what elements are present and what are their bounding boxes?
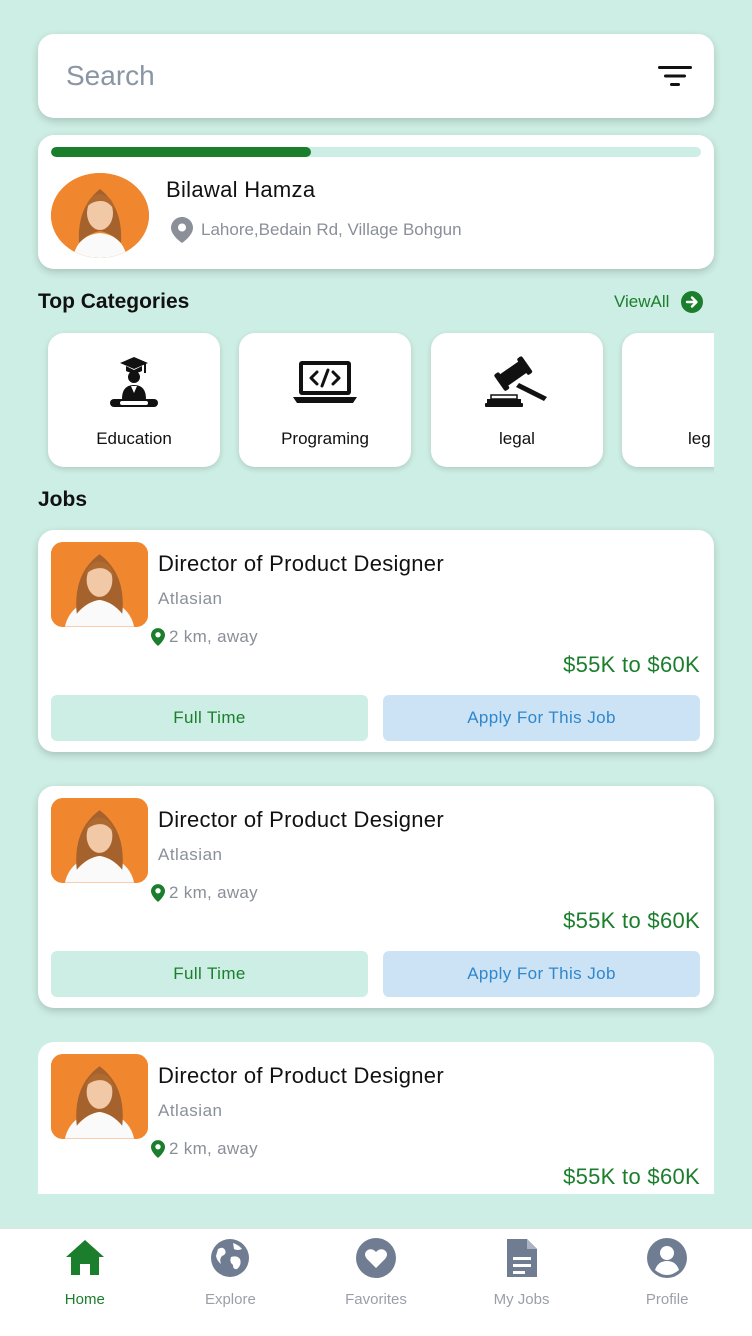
category-label: legal: [499, 429, 535, 448]
job-salary: $55K to $60K: [563, 908, 700, 933]
job-distance: 2 km, away: [151, 883, 258, 903]
section-title-categories: Top Categories: [38, 290, 190, 313]
job-distance-text: 2 km, away: [169, 883, 258, 902]
job-distance: 2 km, away: [151, 1139, 258, 1159]
profile-progress-bar: [51, 147, 701, 157]
job-distance-text: 2 km, away: [169, 627, 258, 646]
nav-item-home[interactable]: Home: [25, 1229, 145, 1336]
job-card[interactable]: Director of Product Designer Atlasian 2 …: [38, 1042, 714, 1194]
nav-item-explore[interactable]: Explore: [170, 1229, 290, 1336]
bottom-nav: Home Explore Favorites My Jobs Profile: [0, 1228, 752, 1336]
search-input[interactable]: [66, 60, 606, 92]
nav-item-profile[interactable]: Profile: [607, 1229, 727, 1336]
apply-button[interactable]: Apply For This Job: [383, 695, 700, 741]
profile-location: Lahore,Bedain Rd, Village Bohgun: [171, 217, 462, 243]
search-bar[interactable]: [38, 34, 714, 118]
nav-label: Profile: [645, 1291, 689, 1308]
profile-card[interactable]: Bilawal Hamza Lahore,Bedain Rd, Village …: [38, 135, 714, 269]
nav-item-favorites[interactable]: Favorites: [316, 1229, 436, 1336]
job-distance-text: 2 km, away: [169, 1139, 258, 1158]
location-pin-icon: [151, 1140, 165, 1158]
job-card[interactable]: Director of Product Designer Atlasian 2 …: [38, 786, 714, 1008]
location-pin-icon: [151, 628, 165, 646]
job-company: Atlasian: [158, 1101, 223, 1120]
section-title-jobs: Jobs: [38, 488, 88, 511]
job-distance: 2 km, away: [151, 627, 258, 647]
nav-label: Favorites: [345, 1291, 407, 1308]
job-type-button[interactable]: Full Time: [51, 695, 368, 741]
category-list[interactable]: Education Programing legal leg: [38, 330, 714, 483]
job-title: Director of Product Designer: [158, 807, 444, 832]
profile-progress-fill: [51, 147, 311, 157]
avatar: [51, 173, 149, 258]
filter-icon[interactable]: [658, 65, 692, 87]
company-avatar: [51, 798, 148, 883]
job-title: Director of Product Designer: [158, 1063, 444, 1088]
heart-icon: [355, 1238, 396, 1278]
gavel-icon: [485, 356, 547, 407]
nav-item-my-jobs[interactable]: My Jobs: [462, 1229, 582, 1336]
category-label: Education: [96, 429, 172, 448]
arrow-right-circle-icon: [681, 291, 704, 313]
category-card-programing[interactable]: Programing: [239, 333, 411, 467]
job-company: Atlasian: [158, 589, 223, 608]
job-salary: $55K to $60K: [563, 1164, 700, 1189]
home-icon: [65, 1240, 104, 1275]
person-icon: [647, 1238, 688, 1278]
category-label: Programing: [281, 429, 369, 448]
nav-label: My Jobs: [493, 1291, 550, 1308]
document-icon: [506, 1239, 537, 1277]
category-card-legal[interactable]: legal: [431, 333, 603, 467]
category-card-education[interactable]: Education: [48, 333, 220, 467]
job-title: Director of Product Designer: [158, 551, 444, 576]
code-laptop-icon: [293, 361, 357, 403]
view-all-link[interactable]: ViewAll: [614, 291, 704, 313]
job-salary: $55K to $60K: [563, 652, 700, 677]
category-label: leg: [688, 429, 711, 448]
company-avatar: [51, 542, 148, 627]
apply-button[interactable]: Apply For This Job: [383, 951, 700, 997]
nav-label: Home: [64, 1291, 105, 1308]
category-card-legal-2[interactable]: leg: [622, 333, 714, 467]
profile-name: Bilawal Hamza: [166, 177, 316, 202]
location-pin-icon: [171, 217, 193, 243]
profile-location-text: Lahore,Bedain Rd, Village Bohgun: [201, 220, 462, 239]
globe-icon: [211, 1239, 250, 1277]
nav-label: Explore: [204, 1291, 256, 1308]
location-pin-icon: [151, 884, 165, 902]
job-type-button[interactable]: Full Time: [51, 951, 368, 997]
job-card[interactable]: Director of Product Designer Atlasian 2 …: [38, 530, 714, 752]
view-all-label: ViewAll: [614, 292, 670, 311]
job-company: Atlasian: [158, 845, 223, 864]
company-avatar: [51, 1054, 148, 1139]
graduate-icon: [110, 357, 158, 407]
